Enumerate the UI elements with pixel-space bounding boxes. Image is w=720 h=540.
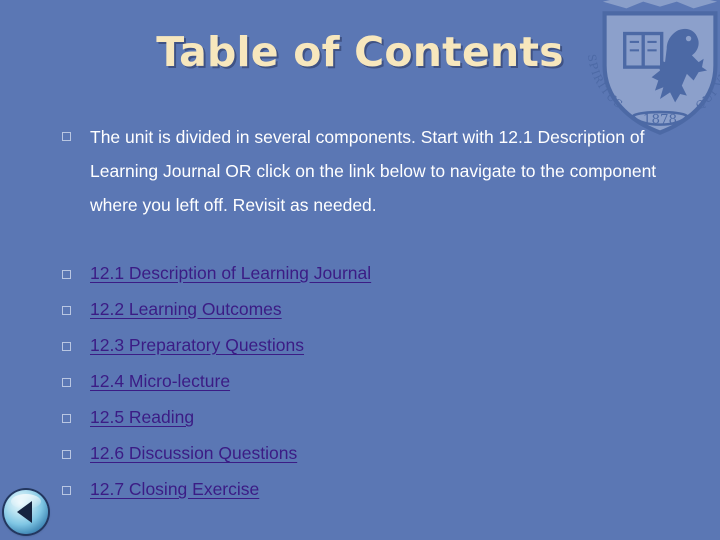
list-item[interactable]: 12.1 Description of Learning Journal xyxy=(56,260,680,296)
page-title: Table of Contents xyxy=(156,28,564,76)
square-bullet-icon xyxy=(62,132,71,141)
list-item[interactable]: 12.2 Learning Outcomes xyxy=(56,296,680,332)
square-bullet-icon xyxy=(62,450,71,459)
list-item[interactable]: 12.3 Preparatory Questions xyxy=(56,332,680,368)
toc-link-12-5[interactable]: 12.5 Reading xyxy=(90,404,194,430)
content-area: The unit is divided in several component… xyxy=(56,120,680,512)
square-bullet-icon xyxy=(62,306,71,315)
square-bullet-icon xyxy=(62,378,71,387)
list-item[interactable]: 12.7 Closing Exercise xyxy=(56,476,680,512)
square-bullet-icon xyxy=(62,486,71,495)
slide-canvas: SPIRITUS EST QUI VIVIFICAT 1878 Table of… xyxy=(0,0,720,540)
list-item[interactable]: 12.6 Discussion Questions xyxy=(56,440,680,476)
toc-link-12-6[interactable]: 12.6 Discussion Questions xyxy=(90,440,297,466)
toc-link-12-2[interactable]: 12.2 Learning Outcomes xyxy=(90,296,282,322)
toc-link-12-1[interactable]: 12.1 Description of Learning Journal xyxy=(90,260,371,286)
square-bullet-icon xyxy=(62,342,71,351)
intro-paragraph: The unit is divided in several component… xyxy=(90,127,657,215)
intro-bullet-item: The unit is divided in several component… xyxy=(56,120,680,222)
toc-link-12-7[interactable]: 12.7 Closing Exercise xyxy=(90,476,259,502)
toc-link-12-3[interactable]: 12.3 Preparatory Questions xyxy=(90,332,304,358)
back-navigation-button[interactable] xyxy=(4,490,48,534)
list-item[interactable]: 12.4 Micro-lecture xyxy=(56,368,680,404)
toc-link-list: 12.1 Description of Learning Journal 12.… xyxy=(56,260,680,512)
square-bullet-icon xyxy=(62,414,71,423)
square-bullet-icon xyxy=(62,270,71,279)
list-item[interactable]: 12.5 Reading xyxy=(56,404,680,440)
toc-link-12-4[interactable]: 12.4 Micro-lecture xyxy=(90,368,230,394)
left-triangle-icon xyxy=(17,501,32,523)
